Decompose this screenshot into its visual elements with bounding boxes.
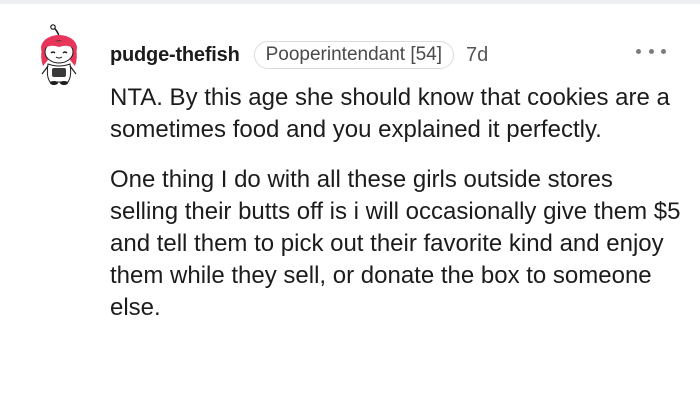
user-flair-badge: Pooperintendant [54]: [253, 41, 455, 69]
comment-paragraph: NTA. By this age she should know that co…: [110, 84, 670, 143]
comment-paragraph: One thing I do with all these girls outs…: [110, 166, 681, 321]
user-avatar[interactable]: [34, 24, 84, 86]
snoo-avatar-icon: [41, 24, 77, 85]
top-divider: [0, 0, 700, 4]
ellipsis-dot: [648, 48, 654, 54]
ellipsis-horizontal-icon: [636, 48, 641, 54]
username-link[interactable]: pudge-thefish: [110, 44, 240, 67]
ellipsis-dot: [661, 48, 666, 54]
comment-body: NTA. By this age she should know that co…: [110, 82, 685, 324]
more-options-button[interactable]: [636, 43, 666, 59]
comment-header: pudge-thefish Pooperintendant [54] 7d: [110, 40, 488, 70]
comment-timestamp[interactable]: 7d: [466, 44, 488, 67]
